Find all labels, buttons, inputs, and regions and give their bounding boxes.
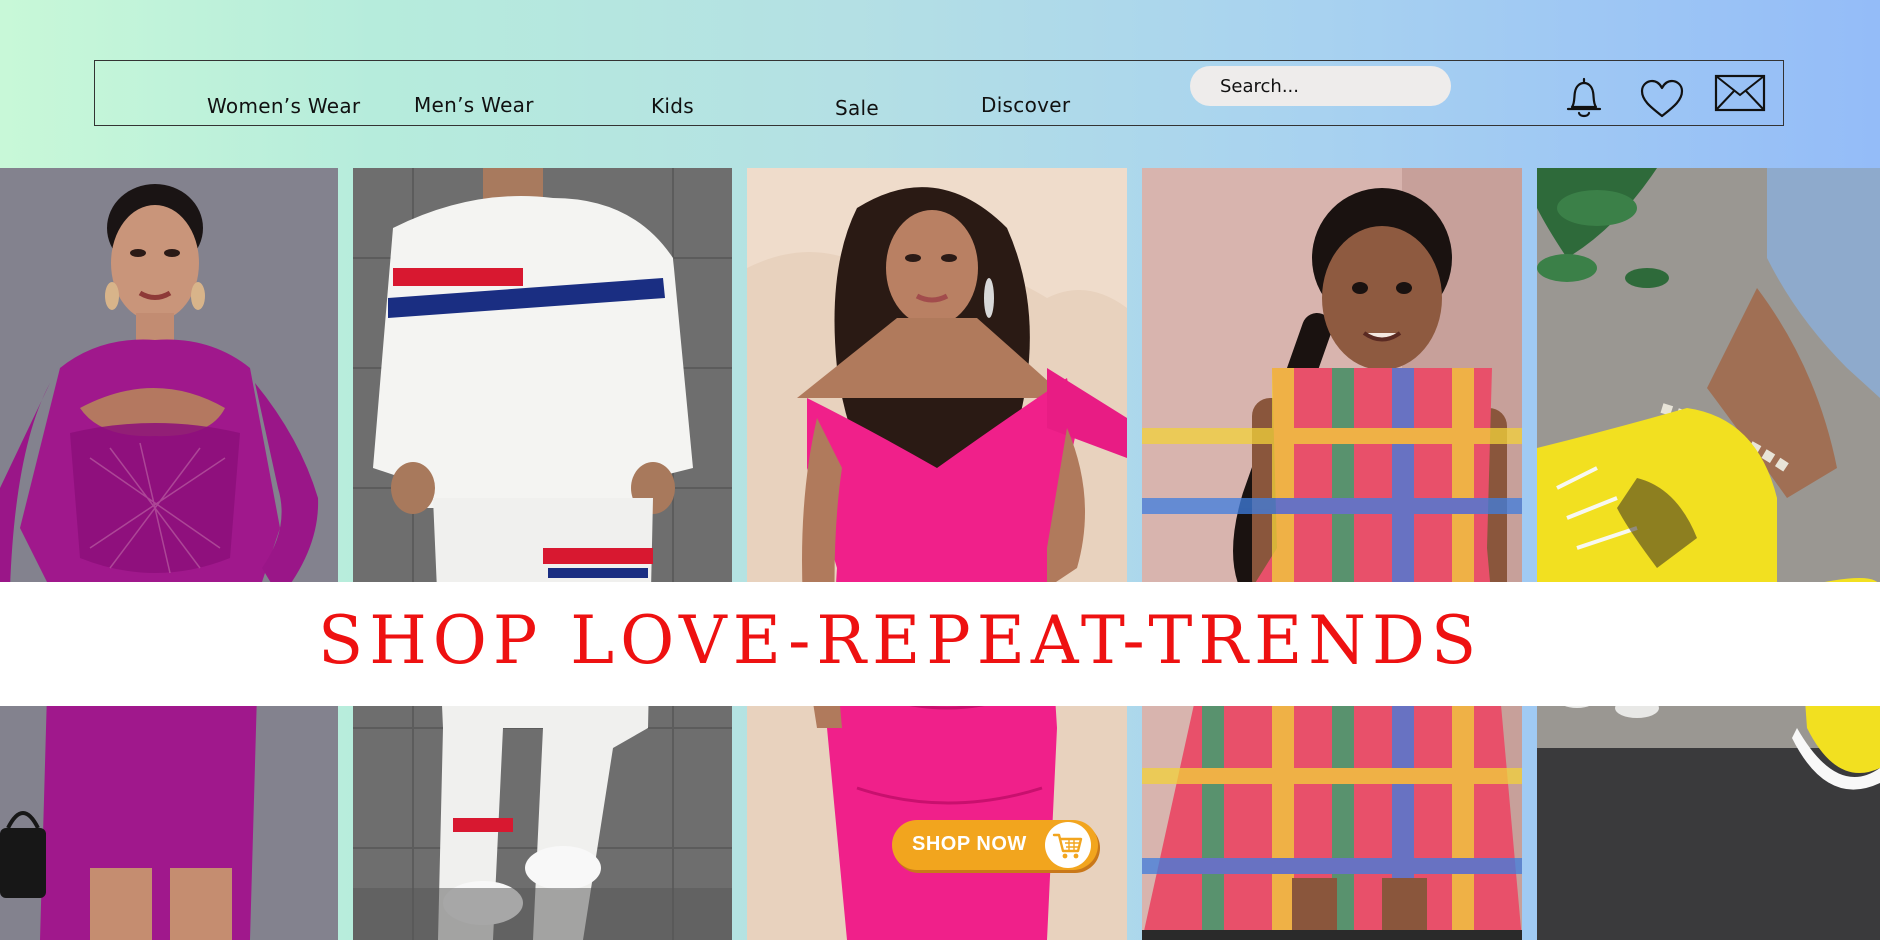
product-image-sneakers[interactable] xyxy=(1537,168,1880,940)
nav-kids[interactable]: Kids xyxy=(651,94,694,118)
mens-tracksuit-photo xyxy=(353,168,732,940)
nav-discover[interactable]: Discover xyxy=(981,93,1070,117)
banner-headline: SHOP LOVE-REPEAT-TRENDS xyxy=(318,602,1483,679)
search-input[interactable] xyxy=(1218,74,1442,98)
product-image-womens-dress[interactable] xyxy=(0,168,338,940)
cart-icon-badge xyxy=(1045,822,1091,868)
envelope-icon[interactable] xyxy=(1714,74,1766,112)
bell-icon[interactable] xyxy=(1563,76,1605,120)
nav-sale[interactable]: Sale xyxy=(835,96,879,120)
heart-icon[interactable] xyxy=(1638,78,1686,120)
yellow-sneakers-photo xyxy=(1537,168,1880,940)
search-box[interactable] xyxy=(1190,66,1451,106)
womens-dress-photo xyxy=(0,168,338,940)
product-image-kids-dress[interactable] xyxy=(1142,168,1522,940)
cart-icon xyxy=(1052,833,1083,859)
nav-womens-wear[interactable]: Women’s Wear xyxy=(207,94,360,118)
kids-plaid-dress-photo xyxy=(1142,168,1522,940)
product-image-mens-tracksuit[interactable] xyxy=(353,168,732,940)
shop-now-button[interactable]: SHOP NOW xyxy=(892,820,1098,870)
shop-now-label: SHOP NOW xyxy=(912,833,1027,855)
nav-mens-wear[interactable]: Men’s Wear xyxy=(414,93,534,117)
